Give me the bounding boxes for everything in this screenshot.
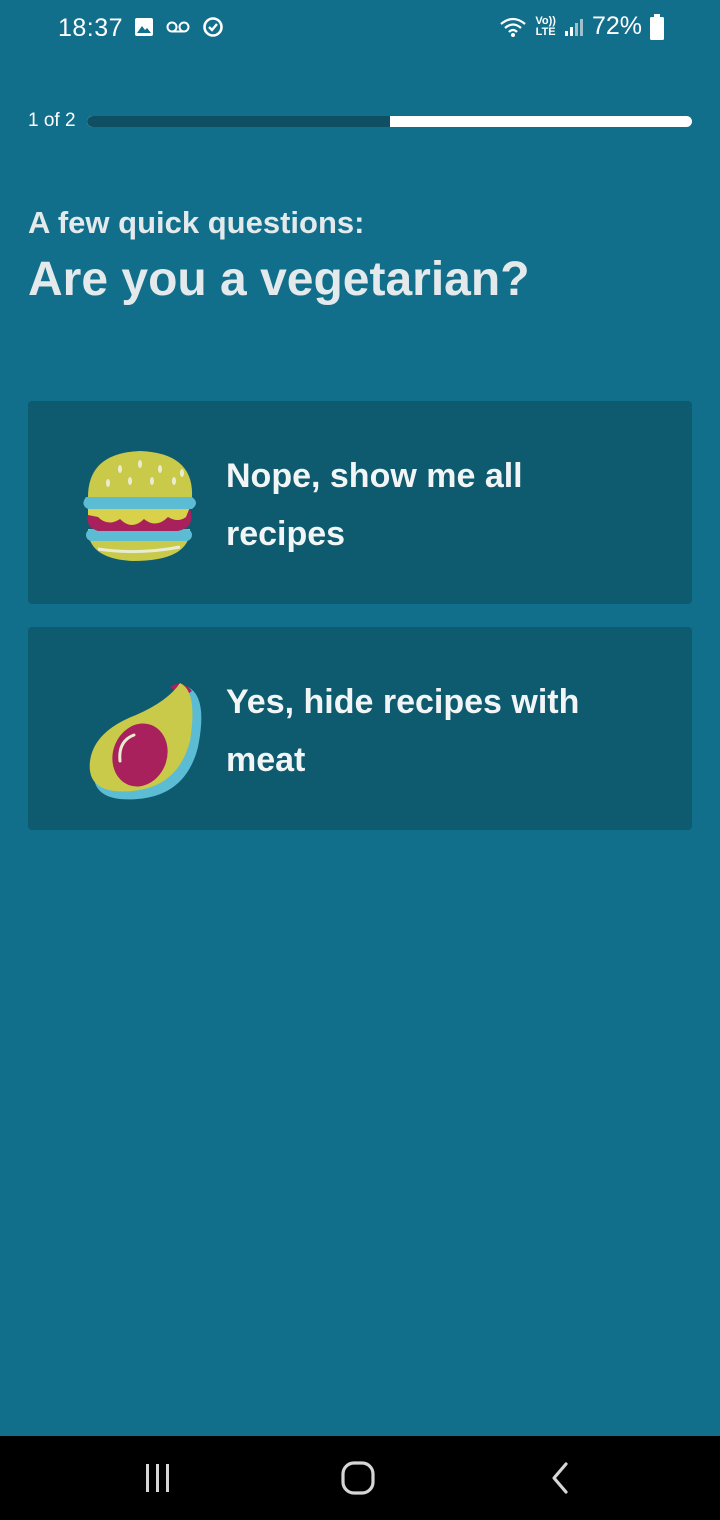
option-label-hide-meat: Yes, hide recipes with meat [226, 683, 580, 779]
volte-icon: Vo)) LTE [535, 14, 556, 38]
status-bar: 18:37 Vo)) LTE 72% [0, 0, 720, 60]
progress-bar [87, 116, 692, 127]
option-show-all-recipes[interactable]: Nope, show me all recipes [28, 401, 692, 604]
question-subtitle: A few quick questions: [28, 205, 365, 240]
status-time: 18:37 [58, 14, 124, 42]
signal-icon [564, 18, 583, 36]
recent-apps-icon[interactable] [138, 1458, 178, 1498]
progress-label: 1 of 2 [28, 110, 76, 131]
progress-fill [87, 116, 390, 127]
battery-icon [650, 13, 664, 40]
home-icon[interactable] [338, 1458, 378, 1498]
question-title: Are you a vegetarian? [28, 253, 530, 306]
avocado-icon [89, 683, 202, 800]
volte-bottom: LTE [535, 25, 556, 38]
screen: 18:37 Vo)) LTE 72% 1 of 2 A few quick qu… [0, 0, 720, 1520]
navigation-bar [0, 1436, 720, 1520]
battery-percent: 72% [591, 12, 642, 40]
status-left-icons [134, 16, 224, 38]
gallery-icon [135, 18, 153, 36]
voicemail-icon [166, 21, 190, 33]
volte-top: Vo)) [535, 14, 556, 27]
status-right: Vo)) LTE 72% [499, 12, 664, 41]
burger-icon [83, 451, 196, 561]
wifi-icon [500, 17, 527, 37]
sync-icon [203, 17, 223, 37]
option-label-show-all: Nope, show me all recipes [226, 457, 523, 553]
option-hide-meat-recipes[interactable]: Yes, hide recipes with meat [28, 627, 692, 830]
back-icon[interactable] [540, 1458, 580, 1498]
